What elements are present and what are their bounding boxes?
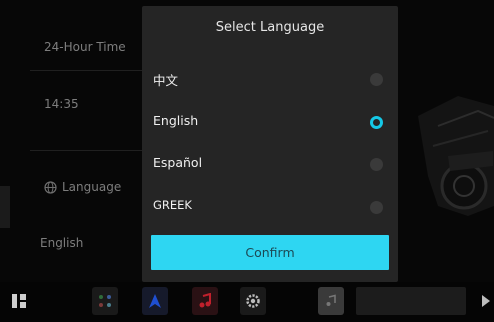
language-option-spanish[interactable]: Español [142,143,398,185]
time-format-label[interactable]: 24-Hour Time [44,40,126,54]
screen: 24-Hour Time 14:35 Language English Sele… [0,0,494,322]
language-option-chinese[interactable]: 中文 [142,58,398,100]
media-progress-bar[interactable] [356,287,466,315]
option-label: English [153,113,199,128]
divider [30,70,142,71]
music-icon[interactable] [192,287,218,315]
language-option-english[interactable]: English [142,101,398,143]
app-launcher-icon[interactable] [92,287,118,315]
radio-button[interactable] [370,158,383,171]
confirm-button[interactable]: Confirm [151,235,389,270]
album-art-icon[interactable] [318,287,344,315]
play-icon[interactable] [478,287,494,315]
dialog-title: Select Language [215,20,325,35]
option-label: Español [153,155,203,170]
globe-icon [44,180,57,194]
radio-button[interactable] [370,201,383,214]
divider [30,150,142,151]
navigation-icon[interactable] [142,287,168,315]
radio-button-selected[interactable] [370,116,383,129]
radio-button[interactable] [370,73,383,86]
language-dialog: Select Language 中文 English Español GREEK… [142,6,398,282]
language-value: English [40,236,84,250]
settings-icon[interactable] [240,287,266,315]
vehicle-image [418,96,494,216]
language-setting[interactable]: Language [44,180,121,194]
language-option-greek[interactable]: GREEK [142,186,398,228]
language-label: Language [62,180,122,194]
option-label: 中文 [153,73,179,88]
side-tab[interactable] [0,186,10,228]
option-label: GREEK [153,198,192,212]
apps-grid-icon[interactable] [6,287,32,315]
time-value: 14:35 [44,97,79,111]
